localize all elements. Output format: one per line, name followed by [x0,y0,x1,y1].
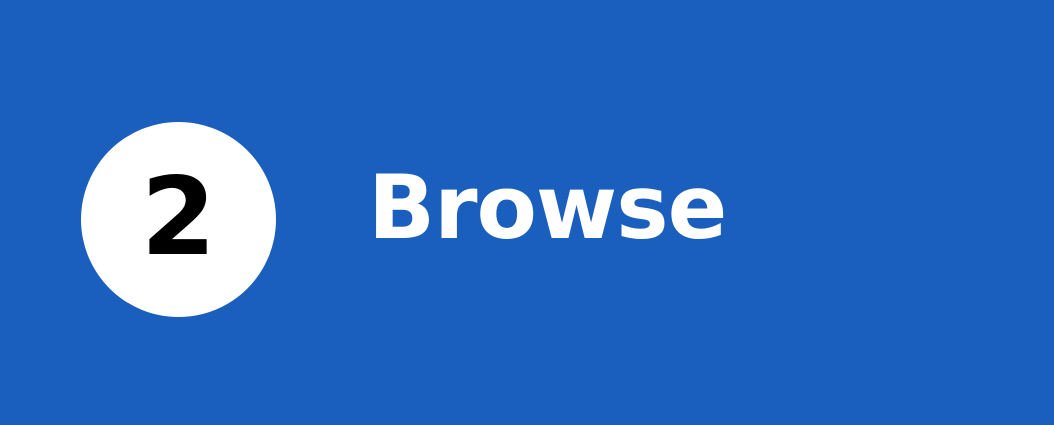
step-number-badge: 2 [81,122,276,317]
step-title: Browse [368,156,727,259]
step-banner: 2 Browse [0,0,1054,425]
step-number: 2 [140,154,217,280]
